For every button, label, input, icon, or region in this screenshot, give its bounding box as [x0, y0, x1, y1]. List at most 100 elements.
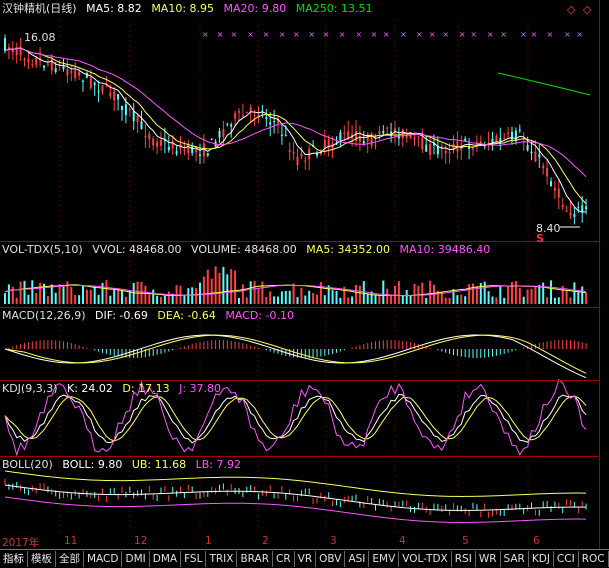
dif-line — [4, 334, 587, 379]
candle-body — [284, 134, 287, 136]
volume-bar — [464, 296, 467, 304]
candle-body — [585, 206, 588, 210]
tab-asi[interactable]: ASI — [345, 551, 370, 567]
j-label: J: 37.80 — [179, 382, 222, 395]
tab-cr[interactable]: CR — [273, 551, 295, 567]
tab-kdj[interactable]: KDJ — [529, 551, 554, 567]
volume-bar — [105, 280, 108, 304]
tab-wr[interactable]: WR — [476, 551, 501, 567]
signal-marker: × — [308, 30, 315, 39]
volume-bar — [362, 281, 365, 304]
volume-bar — [382, 280, 385, 304]
date-label: 11 — [64, 535, 78, 547]
candle-body — [429, 143, 432, 155]
volume-bar — [456, 295, 459, 304]
candle-body — [573, 214, 576, 217]
signal-marker: × — [576, 30, 583, 39]
tab-dma[interactable]: DMA — [150, 551, 182, 567]
volume-bar — [487, 291, 490, 304]
volume-bar — [210, 278, 213, 304]
k-label: K: 24.02 — [67, 382, 113, 395]
candle-body — [417, 135, 420, 137]
volume-bar — [226, 274, 229, 304]
volume-bar — [409, 295, 412, 304]
tab-brar[interactable]: BRAR — [237, 551, 273, 567]
candle-body — [577, 206, 580, 208]
candle-body — [206, 153, 209, 156]
tab-rsi[interactable]: RSI — [452, 551, 476, 567]
sell-marker: S — [536, 232, 544, 245]
candle-body — [101, 84, 104, 92]
volume-bar — [358, 285, 361, 304]
tab-emv[interactable]: EMV — [369, 551, 400, 567]
candle-body — [160, 140, 162, 146]
candle-body — [4, 38, 6, 51]
volume-bar — [425, 297, 428, 304]
signal-marker: × — [470, 30, 477, 39]
candle-body — [448, 151, 451, 153]
volume-bar — [253, 280, 256, 304]
candle-body — [343, 132, 346, 134]
tab-sar[interactable]: SAR — [501, 551, 529, 567]
tab-vol-tdx[interactable]: VOL-TDX — [399, 551, 452, 567]
signal-marker: × — [416, 30, 423, 39]
volume-bar — [495, 297, 498, 304]
volume-bar — [444, 297, 447, 304]
diamond-icon[interactable]: ◇ — [567, 3, 575, 16]
candle-body — [561, 205, 564, 208]
tab-vr[interactable]: VR — [295, 551, 317, 567]
tab-macd[interactable]: MACD — [84, 551, 123, 567]
candle-body — [386, 127, 389, 129]
candle-body — [152, 138, 155, 146]
volume-bar — [257, 288, 260, 304]
macd-title: MACD(12,26,9) — [2, 309, 86, 322]
volume-bar — [518, 288, 521, 304]
panel-divider — [0, 456, 600, 457]
candle-body — [19, 46, 22, 56]
volume-bar — [241, 284, 244, 304]
volume-bar — [288, 290, 291, 304]
volume-bar — [206, 269, 209, 304]
tab-indicator[interactable]: 指标 — [0, 551, 28, 567]
tab-trix[interactable]: TRIX — [206, 551, 238, 567]
kdj-title: KDJ(9,3,3) — [2, 382, 58, 395]
volume-bar — [538, 284, 541, 304]
ma20-line — [4, 47, 587, 178]
signal-marker: × — [217, 30, 224, 39]
candle-body — [538, 154, 541, 158]
volume-bar — [121, 290, 123, 304]
high-price-label: 16.08 — [24, 31, 56, 44]
tab-dmi[interactable]: DMI — [122, 551, 150, 567]
volume-bar — [472, 283, 474, 304]
tab-cci[interactable]: CCI — [554, 551, 579, 567]
right-scrollbar[interactable] — [599, 0, 609, 549]
candle-body — [569, 212, 572, 216]
tab-obv[interactable]: OBV — [316, 551, 346, 567]
volume-bar — [214, 266, 217, 304]
signal-marker: × — [247, 30, 254, 39]
tab-template[interactable]: 模板 — [28, 551, 56, 567]
macd-value-label: MACD: -0.10 — [225, 309, 294, 322]
tab-all[interactable]: 全部 — [56, 551, 84, 567]
tab-roc[interactable]: ROC — [579, 551, 609, 567]
volume-bar — [284, 290, 287, 304]
candle-body — [534, 152, 537, 162]
volume-bar — [163, 295, 166, 304]
ma5-label: MA5: 8.82 — [86, 2, 142, 15]
volume-bar — [132, 283, 135, 304]
candle-body — [280, 134, 283, 136]
panel-divider — [0, 307, 600, 308]
candle-body — [199, 154, 201, 156]
candle-body — [472, 148, 474, 150]
volume-bar — [300, 287, 303, 304]
volume-header: VOL-TDX(5,10) VVOL: 48468.00 VOLUME: 484… — [2, 243, 496, 257]
kline-chart[interactable]: × × × × × × × × × × × × × × × × × × × × × × × × × × — [0, 0, 600, 535]
tab-fsl[interactable]: FSL — [181, 551, 207, 567]
diamond-icon[interactable]: ◇ — [583, 3, 591, 16]
candle-body — [495, 136, 498, 142]
candle-body — [362, 141, 365, 144]
candle-body — [249, 107, 252, 112]
ma20-label: MA20: 9.80 — [223, 2, 287, 15]
signal-marker: × — [202, 30, 209, 39]
candle-body — [136, 115, 139, 122]
